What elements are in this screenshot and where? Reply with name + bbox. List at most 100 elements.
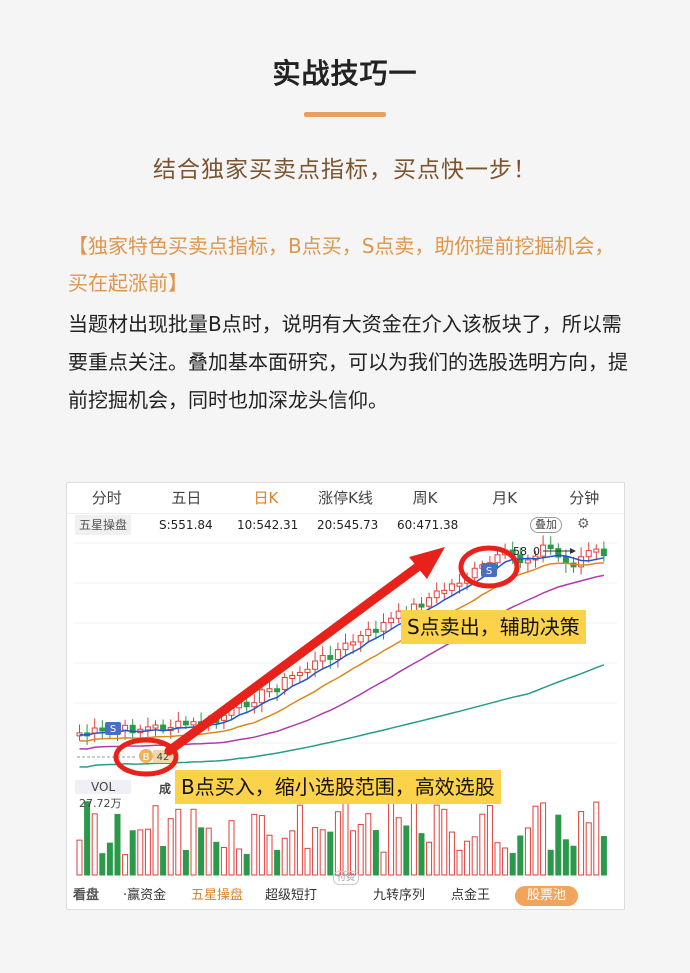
candle-body	[312, 660, 319, 670]
volume-bar	[342, 800, 349, 876]
volume-bar	[160, 846, 167, 876]
trend-arrow-shaft	[164, 552, 436, 756]
volume-bar	[448, 831, 455, 876]
volume-bar	[137, 829, 144, 876]
volume-bar	[198, 827, 205, 876]
candle-body	[266, 688, 273, 693]
indicator-tab-short[interactable]: 超级短打	[265, 883, 317, 909]
candle-body	[304, 668, 311, 673]
volume-bar	[114, 813, 121, 876]
candle-body	[274, 688, 281, 693]
volume-bar	[266, 834, 273, 876]
volume-bar	[524, 827, 531, 876]
candle-body	[585, 550, 592, 558]
candle-body	[190, 721, 197, 726]
candle-body	[372, 628, 379, 633]
candle-body	[334, 649, 341, 660]
volume-bar	[289, 830, 296, 876]
volume-bar	[388, 800, 395, 876]
candle-body	[448, 583, 455, 591]
volume-bar	[593, 801, 600, 876]
candle-body	[380, 622, 387, 632]
volume-bar	[213, 841, 220, 876]
candle-body	[418, 603, 425, 608]
candle-body	[243, 701, 250, 708]
volume-bar	[99, 853, 106, 876]
volume-bar	[517, 835, 524, 876]
volume-bar	[84, 801, 91, 876]
volume-bar	[372, 830, 379, 876]
volume-bar	[205, 827, 212, 876]
volume-bar	[494, 842, 501, 876]
volume-bar	[433, 804, 440, 876]
candle-body	[494, 554, 501, 564]
volume-bar	[129, 830, 136, 876]
candle-body	[122, 724, 129, 731]
candle-body	[296, 671, 303, 676]
stock-pool-button[interactable]: 股票池	[515, 886, 579, 906]
volume-cut-label: 成	[159, 782, 172, 796]
volume-bar	[365, 813, 372, 876]
volume-bar	[167, 818, 174, 876]
volume-bar	[570, 845, 577, 876]
ma-line-2	[79, 574, 605, 750]
volume-bar	[175, 808, 182, 876]
candle-body	[365, 628, 372, 636]
paid-badge: 付费	[333, 871, 360, 885]
indicator-tab-gold[interactable]: 点金王	[451, 883, 490, 909]
volume-bar	[106, 842, 113, 876]
candle-body	[182, 720, 189, 726]
volume-value: 27.72万	[79, 797, 122, 810]
indicator-tab-capital[interactable]: ·赢资金	[123, 883, 166, 909]
indicator-tab-five-star[interactable]: 五星操盘	[191, 883, 243, 909]
volume-bar	[152, 805, 159, 876]
volume-bar	[418, 833, 425, 876]
candle-body	[251, 702, 258, 708]
sell-marker-left-label: S	[110, 724, 116, 735]
volume-bar	[334, 811, 341, 876]
volume-bar	[228, 820, 235, 876]
page-title: 实战技巧一	[272, 57, 418, 90]
candle-body	[357, 634, 364, 643]
candle-body	[91, 727, 98, 734]
volume-bar	[281, 837, 288, 876]
volume-bar	[327, 831, 334, 876]
volume-bar	[426, 841, 433, 876]
volume-bar	[547, 849, 554, 876]
volume-bar	[410, 801, 417, 876]
body-text: 当题材出现批量B点时，说明有大资金在介入该板块了，所以需要重点关注。叠加基本面研…	[68, 312, 628, 412]
kline-chart: S B 42 S 58 0	[75, 535, 617, 876]
volume-bar	[509, 852, 516, 876]
candle-body	[593, 548, 600, 553]
volume-bar	[403, 825, 410, 876]
volume-bar	[471, 836, 478, 876]
highlight-text: 【独家特色买卖点指标，B点买，S点卖，助你提前挖掘机会，买在起涨前】	[68, 234, 615, 295]
volume-bar	[76, 839, 83, 876]
sell-marker-top-label: S	[486, 566, 492, 577]
ma-line-1	[79, 562, 604, 742]
indicator-tab-watch[interactable]: 看盘	[73, 883, 99, 909]
volume-bar	[190, 808, 197, 876]
volume-bar	[532, 805, 539, 876]
candle-body	[319, 655, 326, 662]
volume-bar	[319, 829, 326, 876]
volume-bar	[274, 849, 281, 876]
page-subtitle: 结合独家买卖点指标，买点快一步！	[153, 157, 537, 183]
volume-bar	[486, 804, 493, 876]
sell-caption: S点卖出，辅助决策	[401, 610, 586, 644]
buy-marker-label: B	[143, 752, 150, 763]
bottom-indicator-bar: 看盘 ·赢资金 五星操盘 超级短打 付费 九转序列 点金王 股票池	[67, 871, 624, 909]
candle-body	[144, 726, 151, 731]
candle-body	[426, 597, 433, 607]
indicator-tab-nine[interactable]: 九转序列	[373, 883, 425, 909]
volume-bar	[312, 827, 319, 876]
volume-bar	[562, 839, 569, 876]
candle-body	[350, 641, 357, 646]
volume-bar	[555, 814, 562, 876]
volume-bar	[251, 813, 258, 876]
ma-line-0	[79, 554, 605, 736]
volume-bar	[502, 847, 509, 876]
volume-bar	[304, 847, 311, 876]
candle-body	[160, 724, 167, 730]
candle-body	[547, 544, 554, 550]
